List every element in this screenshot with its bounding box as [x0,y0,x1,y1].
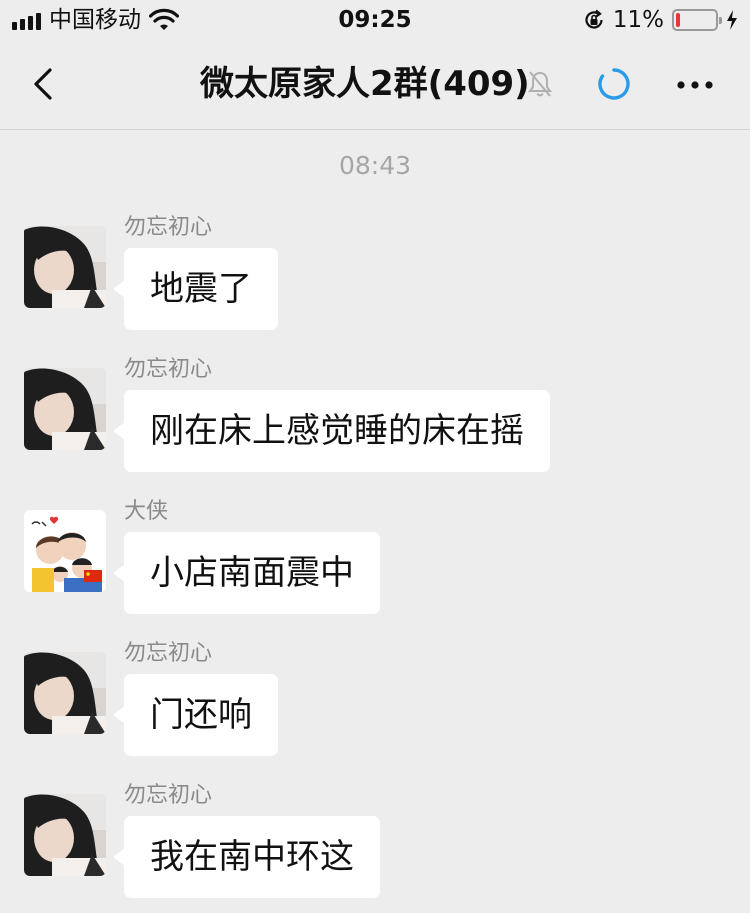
photo-avatar-image [24,226,106,308]
photo-avatar-image [24,794,106,876]
charging-bolt-icon [727,10,737,30]
back-arrow-icon[interactable] [24,64,64,104]
chat-title: 微太原家人2群(409) [200,64,530,104]
user-avatar[interactable] [24,652,106,734]
photo-avatar-image [24,652,106,734]
user-avatar[interactable] [24,368,106,450]
status-right: 11% [583,7,738,33]
status-left: 中国移动 [12,7,179,33]
user-avatar[interactable] [24,510,106,592]
nav-bar: 微太原家人2群(409) [0,40,750,130]
carrier-name: 中国移动 [49,7,141,33]
sender-name: 大侠 [124,499,169,524]
rotation-lock-icon [585,9,603,29]
message-bubble[interactable]: 刚在床上感觉睡的床在摇 [113,390,550,472]
cartoon-family-avatar-image [24,510,106,592]
battery-level-fill [676,13,681,27]
message-bubble[interactable]: 我在南中环这 [113,816,380,898]
battery-percent: 11% [612,7,664,33]
message-bubble[interactable]: 小店南面震中 [113,532,380,614]
mute-bell-icon [528,71,552,97]
chat-timestamp: 08:43 [338,151,412,180]
message-bubble[interactable]: 门还响 [113,674,278,756]
sender-name: 勿忘初心 [124,783,213,808]
more-icon[interactable] [672,68,718,102]
message-bubble[interactable]: 地震了 [113,248,278,330]
status-bar: 中国移动 09:25 11% [0,0,750,40]
signal-icon [12,10,41,30]
loading-icon[interactable] [597,67,631,101]
sender-name: 勿忘初心 [124,357,213,382]
user-avatar[interactable] [24,794,106,876]
sender-name: 勿忘初心 [124,215,213,240]
battery-icon [672,9,722,31]
wifi-icon [149,8,179,30]
photo-avatar-image [24,368,106,450]
user-avatar[interactable] [24,226,106,308]
sender-name: 勿忘初心 [124,641,213,666]
